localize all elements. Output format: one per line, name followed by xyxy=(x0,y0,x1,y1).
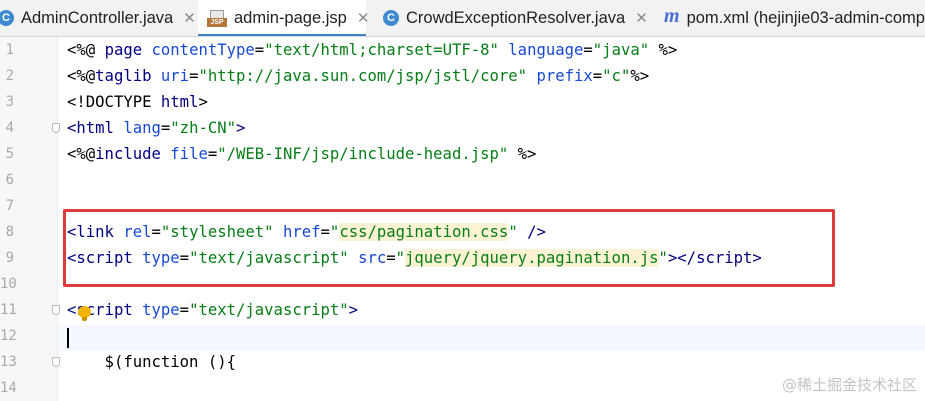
code-line-4[interactable]: <html lang="zh-CN"> xyxy=(67,115,245,141)
tab-label: AdminController.java xyxy=(21,8,174,27)
class-icon: C xyxy=(0,10,14,26)
line-number: 3 xyxy=(5,94,14,110)
line-number: 1 xyxy=(5,42,14,58)
class-icon: C xyxy=(383,10,399,26)
tab-pom-xml[interactable]: m pom.xml (hejinjie03-admin-comp xyxy=(658,0,925,36)
tab-admin-page-jsp[interactable]: JSP admin-page.jsp ✕ xyxy=(198,0,369,36)
code-line-2[interactable]: <%@taglib uri="http://java.sun.com/jsp/j… xyxy=(67,63,649,89)
line-number-gutter[interactable]: 1 2 3 4 5 6 7 8 9 10 11 12 13 14 xyxy=(0,37,60,401)
line-number: 7 xyxy=(5,198,14,214)
tab-admin-controller[interactable]: C AdminController.java ✕ xyxy=(0,0,198,36)
code-line-3[interactable]: <!DOCTYPE html> xyxy=(67,89,208,115)
line-number: 13 xyxy=(0,354,17,370)
maven-icon: m xyxy=(664,5,680,27)
code-editor[interactable]: <%@ page contentType="text/html;charset=… xyxy=(58,37,925,401)
code-line-11[interactable]: <script type="text/javascript"> xyxy=(67,297,358,323)
current-line-highlight xyxy=(58,325,925,351)
close-icon[interactable]: ✕ xyxy=(635,9,648,27)
line-number: 2 xyxy=(5,68,14,84)
watermark: @稀土掘金技术社区 xyxy=(781,376,917,394)
code-line-1[interactable]: <%@ page contentType="text/html;charset=… xyxy=(67,37,677,63)
code-line-5[interactable]: <%@include file="/WEB-INF/jsp/include-he… xyxy=(67,141,536,167)
line-number: 5 xyxy=(5,146,14,162)
tab-label: CrowdExceptionResolver.java xyxy=(406,8,626,27)
close-icon[interactable]: ✕ xyxy=(183,9,196,27)
line-number: 9 xyxy=(5,250,14,266)
red-annotation-box xyxy=(63,209,835,287)
line-number: 6 xyxy=(5,172,14,188)
tab-crowd-exception-resolver[interactable]: C CrowdExceptionResolver.java ✕ xyxy=(366,0,658,36)
line-number: 12 xyxy=(0,328,17,344)
line-number: 8 xyxy=(5,224,14,240)
line-number: 10 xyxy=(0,276,17,292)
line-number: 14 xyxy=(0,380,17,396)
jsp-file-icon: JSP xyxy=(207,9,227,27)
tab-label: admin-page.jsp xyxy=(234,8,347,27)
tab-label: pom.xml (hejinjie03-admin-comp xyxy=(686,8,925,27)
text-caret xyxy=(67,328,69,348)
editor-tab-bar: C AdminController.java ✕ JSP admin-page.… xyxy=(0,0,925,37)
lightbulb-icon[interactable] xyxy=(78,306,91,322)
code-line-13[interactable]: $(function (){ xyxy=(67,349,236,375)
line-number: 4 xyxy=(5,120,14,136)
line-number: 11 xyxy=(0,302,17,318)
